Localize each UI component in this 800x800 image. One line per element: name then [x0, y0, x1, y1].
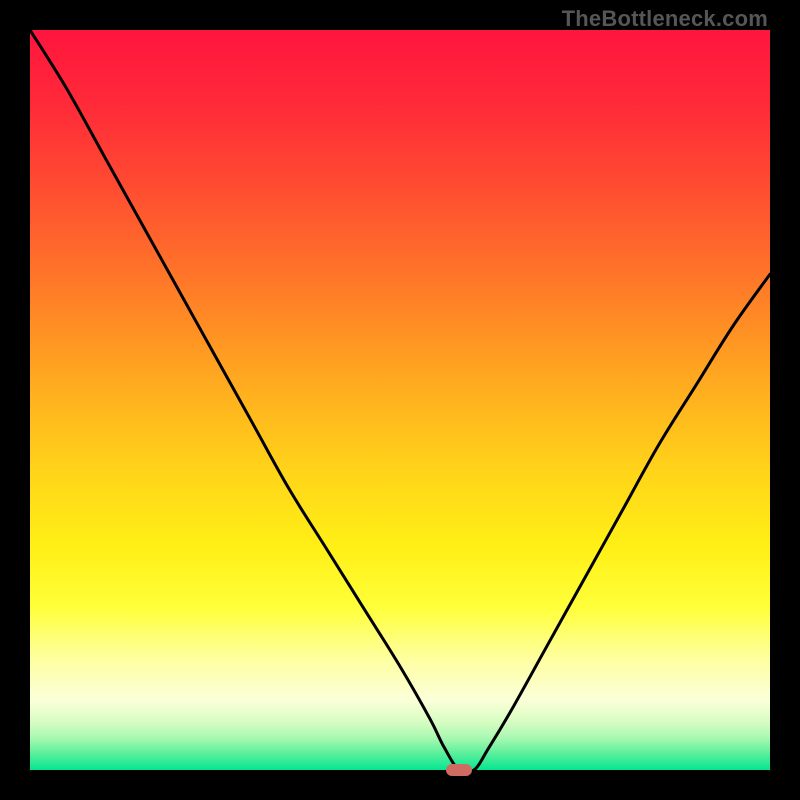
- watermark-text: TheBottleneck.com: [562, 6, 768, 32]
- minimum-marker: [446, 764, 472, 776]
- chart-container: TheBottleneck.com: [0, 0, 800, 800]
- bottleneck-curve: [30, 30, 770, 770]
- plot-area: [30, 30, 770, 770]
